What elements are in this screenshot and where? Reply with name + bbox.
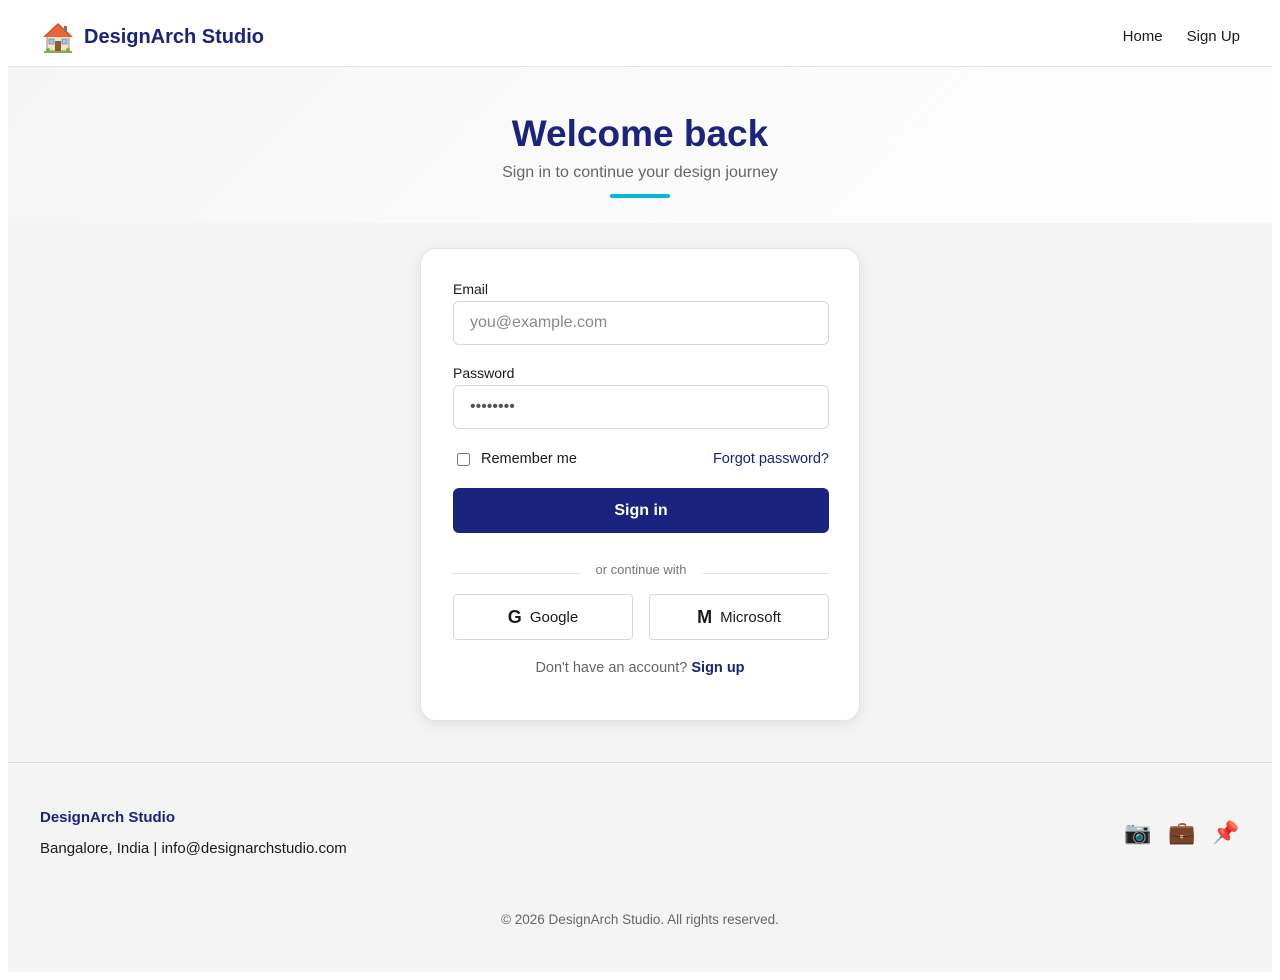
footer-brand: DesignArch Studio bbox=[40, 809, 176, 826]
nav-home-link[interactable]: Home bbox=[1123, 28, 1163, 45]
divider-line-left bbox=[453, 572, 580, 574]
microsoft-label: Microsoft bbox=[720, 608, 781, 626]
microsoft-icon: M bbox=[697, 606, 713, 627]
google-label: Google bbox=[529, 608, 579, 626]
footer-contact-info: Bangalore, India | info@designarchstudio… bbox=[40, 840, 347, 857]
site-footer: DesignArch Studio Bangalore, India | inf… bbox=[8, 762, 1272, 972]
email-label: Email bbox=[453, 281, 489, 297]
brand-name: DesignArch Studio bbox=[84, 25, 265, 48]
remember-label: Remember me bbox=[481, 451, 577, 467]
site-header: DesignArch Studio Home Sign Up bbox=[8, 0, 1272, 67]
password-input[interactable] bbox=[453, 385, 829, 429]
forgot-password-link[interactable]: Forgot password? bbox=[713, 451, 829, 467]
accent-underline bbox=[610, 194, 670, 198]
main-content: Welcome back Sign in to continue your de… bbox=[8, 67, 1272, 762]
main-nav: Home Sign Up bbox=[1123, 28, 1240, 45]
remember-row: Remember me Forgot password? bbox=[453, 449, 829, 469]
divider-text: or continue with bbox=[595, 561, 687, 577]
camera-icon[interactable]: 📷 bbox=[1124, 820, 1152, 846]
microsoft-login-button[interactable]: M Microsoft bbox=[649, 594, 829, 640]
remember-checkbox[interactable] bbox=[457, 452, 470, 466]
google-icon: G bbox=[507, 606, 522, 627]
divider-line-right bbox=[702, 572, 829, 574]
pushpin-icon[interactable]: 📌 bbox=[1212, 820, 1240, 846]
google-login-button[interactable]: G Google bbox=[453, 594, 633, 640]
brand-logo[interactable]: DesignArch Studio bbox=[40, 18, 264, 56]
signup-link[interactable]: Sign up bbox=[691, 660, 744, 676]
sign-in-button[interactable]: Sign in bbox=[453, 488, 829, 533]
briefcase-icon[interactable]: 💼 bbox=[1168, 820, 1196, 846]
hero-section: Welcome back Sign in to continue your de… bbox=[8, 67, 1272, 223]
page-subtitle: Sign in to continue your design journey bbox=[502, 164, 778, 181]
password-label: Password bbox=[453, 365, 515, 381]
signup-prompt: Don't have an account? Sign up bbox=[421, 660, 859, 676]
nav-signup-link[interactable]: Sign Up bbox=[1187, 28, 1240, 45]
copyright-text: © 2026 DesignArch Studio. All rights res… bbox=[501, 912, 779, 927]
login-card: Email Password Remember me Forgot passwo… bbox=[420, 248, 860, 721]
footer-social-links: 📷 💼 📌 bbox=[1124, 820, 1240, 846]
page: DesignArch Studio Home Sign Up Welcome b… bbox=[0, 0, 1280, 980]
email-input[interactable] bbox=[453, 301, 829, 345]
remember-me[interactable]: Remember me bbox=[453, 451, 577, 467]
page-title: Welcome back bbox=[511, 113, 769, 154]
signup-prompt-text: Don't have an account? bbox=[535, 660, 688, 676]
house-icon bbox=[43, 23, 73, 53]
social-divider: or continue with bbox=[453, 561, 829, 577]
